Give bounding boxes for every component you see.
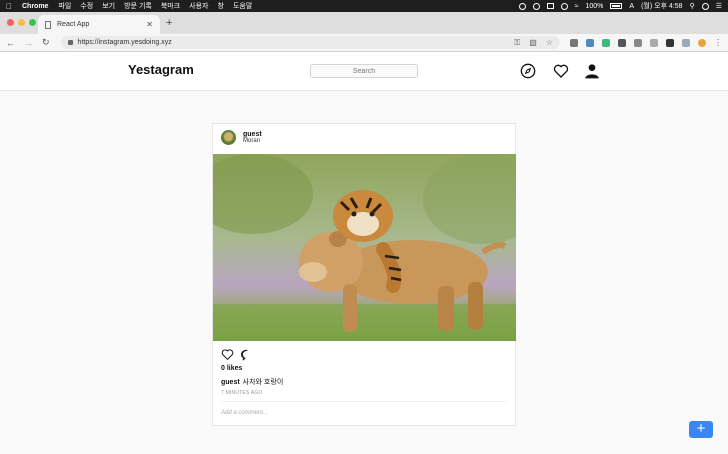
- clock[interactable]: (월) 오후 4:58: [641, 1, 683, 11]
- browser-tab[interactable]: React App ✕: [38, 15, 160, 34]
- post-photo[interactable]: [213, 154, 516, 341]
- activity-heart-icon[interactable]: [553, 63, 569, 79]
- add-post-button[interactable]: +: [689, 421, 713, 438]
- address-bar[interactable]: https://instagram.yesdoing.xyz ⚿ ▨ ☆: [60, 36, 560, 49]
- extensions-bar: ⋮: [570, 38, 722, 47]
- wifi-icon[interactable]: ≈: [575, 3, 579, 10]
- close-window-button[interactable]: [7, 19, 14, 26]
- display-icon[interactable]: [546, 3, 554, 9]
- battery-percent: 100%: [585, 2, 604, 10]
- forward-icon[interactable]: →: [24, 38, 33, 48]
- close-tab-icon[interactable]: ✕: [146, 20, 153, 29]
- comment-bubble-icon[interactable]: [241, 349, 253, 361]
- comment-input[interactable]: Add a comment...: [221, 410, 268, 416]
- translate-icon[interactable]: ▨: [529, 38, 537, 48]
- zoom-window-button[interactable]: [29, 19, 36, 26]
- record-extension-icon[interactable]: [650, 38, 658, 47]
- dark-extension-icon[interactable]: [666, 38, 674, 47]
- apple-icon[interactable]: : [6, 2, 12, 11]
- bluetooth-icon[interactable]: [560, 2, 568, 10]
- new-tab-button[interactable]: +: [166, 17, 172, 29]
- url-text[interactable]: https://instagram.yesdoing.xyz: [78, 39, 172, 46]
- explore-compass-icon[interactable]: [520, 63, 536, 79]
- python-extension-icon[interactable]: [586, 38, 594, 47]
- key-icon[interactable]: ⚿: [514, 38, 520, 48]
- menu-item-people[interactable]: 사용자: [189, 1, 208, 11]
- menu-item-file[interactable]: 파일: [58, 1, 71, 11]
- notification-center-icon[interactable]: ☰: [716, 2, 722, 10]
- toggle-extension-icon[interactable]: [634, 38, 642, 47]
- tab-title: React App: [57, 21, 90, 28]
- post-actions: [221, 348, 253, 361]
- menu-item-edit[interactable]: 수정: [80, 1, 93, 11]
- post-location[interactable]: Moran: [243, 138, 260, 144]
- mac-menu-bar:  Chrome 파일 수정 보기 방문 기록 북마크 사용자 창 도움말 ≈ …: [0, 0, 728, 12]
- chrome-menu-icon[interactable]: ⋮: [714, 38, 722, 47]
- minimize-window-button[interactable]: [18, 19, 25, 26]
- post-card: guest Moran 0 likes guest 사자와 호랑이 7 MINU…: [212, 123, 516, 426]
- spotlight-icon[interactable]: ⚲: [690, 2, 695, 10]
- menu-app-name[interactable]: Chrome: [22, 3, 48, 10]
- siri-icon[interactable]: [701, 2, 709, 10]
- menu-item-bookmarks[interactable]: 북마크: [161, 1, 180, 11]
- browser-toolbar: ← → ↻ https://instagram.yesdoing.xyz ⚿ ▨…: [0, 34, 728, 52]
- app-header: Yestagram: [0, 52, 728, 91]
- battery-icon[interactable]: [610, 3, 623, 9]
- chat-icon[interactable]: [532, 2, 540, 10]
- likes-count: 0 likes: [221, 365, 243, 372]
- caption-username[interactable]: guest: [221, 379, 240, 386]
- eyedropper-extension-icon[interactable]: [570, 38, 578, 47]
- post-caption: guest 사자와 호랑이: [221, 377, 283, 387]
- status-area: ≈ 100% A (월) 오후 4:58 ⚲ ☰: [518, 1, 722, 11]
- status-icon[interactable]: [518, 2, 526, 10]
- post-username[interactable]: guest: [243, 131, 262, 138]
- menu-item-history[interactable]: 방문 기록: [124, 1, 152, 11]
- page-icon: [45, 20, 51, 29]
- menu-item-window[interactable]: 창: [218, 1, 224, 11]
- vue-extension-icon[interactable]: [602, 38, 610, 47]
- avatar[interactable]: [221, 130, 236, 145]
- caption-text: 사자와 호랑이: [242, 379, 284, 386]
- like-heart-icon[interactable]: [221, 348, 234, 361]
- menu-item-help[interactable]: 도움말: [233, 1, 252, 11]
- profile-person-icon[interactable]: [584, 63, 600, 79]
- menu-item-view[interactable]: 보기: [102, 1, 115, 11]
- window-controls: [7, 19, 36, 26]
- grid-extension-icon[interactable]: [618, 38, 626, 47]
- app-logo[interactable]: Yestagram: [128, 62, 194, 77]
- cloud-extension-icon[interactable]: [682, 38, 690, 47]
- profile-avatar-icon[interactable]: [698, 38, 706, 47]
- search-input[interactable]: [310, 64, 418, 78]
- bookmark-star-icon[interactable]: ☆: [546, 38, 553, 48]
- tab-strip: React App ✕ +: [0, 12, 728, 34]
- post-timestamp: 7 MINUTES AGO: [221, 390, 263, 396]
- reload-icon[interactable]: ↻: [42, 37, 50, 48]
- input-source-icon[interactable]: A: [629, 3, 634, 10]
- back-icon[interactable]: ←: [6, 38, 15, 48]
- lock-icon[interactable]: [67, 40, 73, 45]
- divider: [221, 401, 507, 402]
